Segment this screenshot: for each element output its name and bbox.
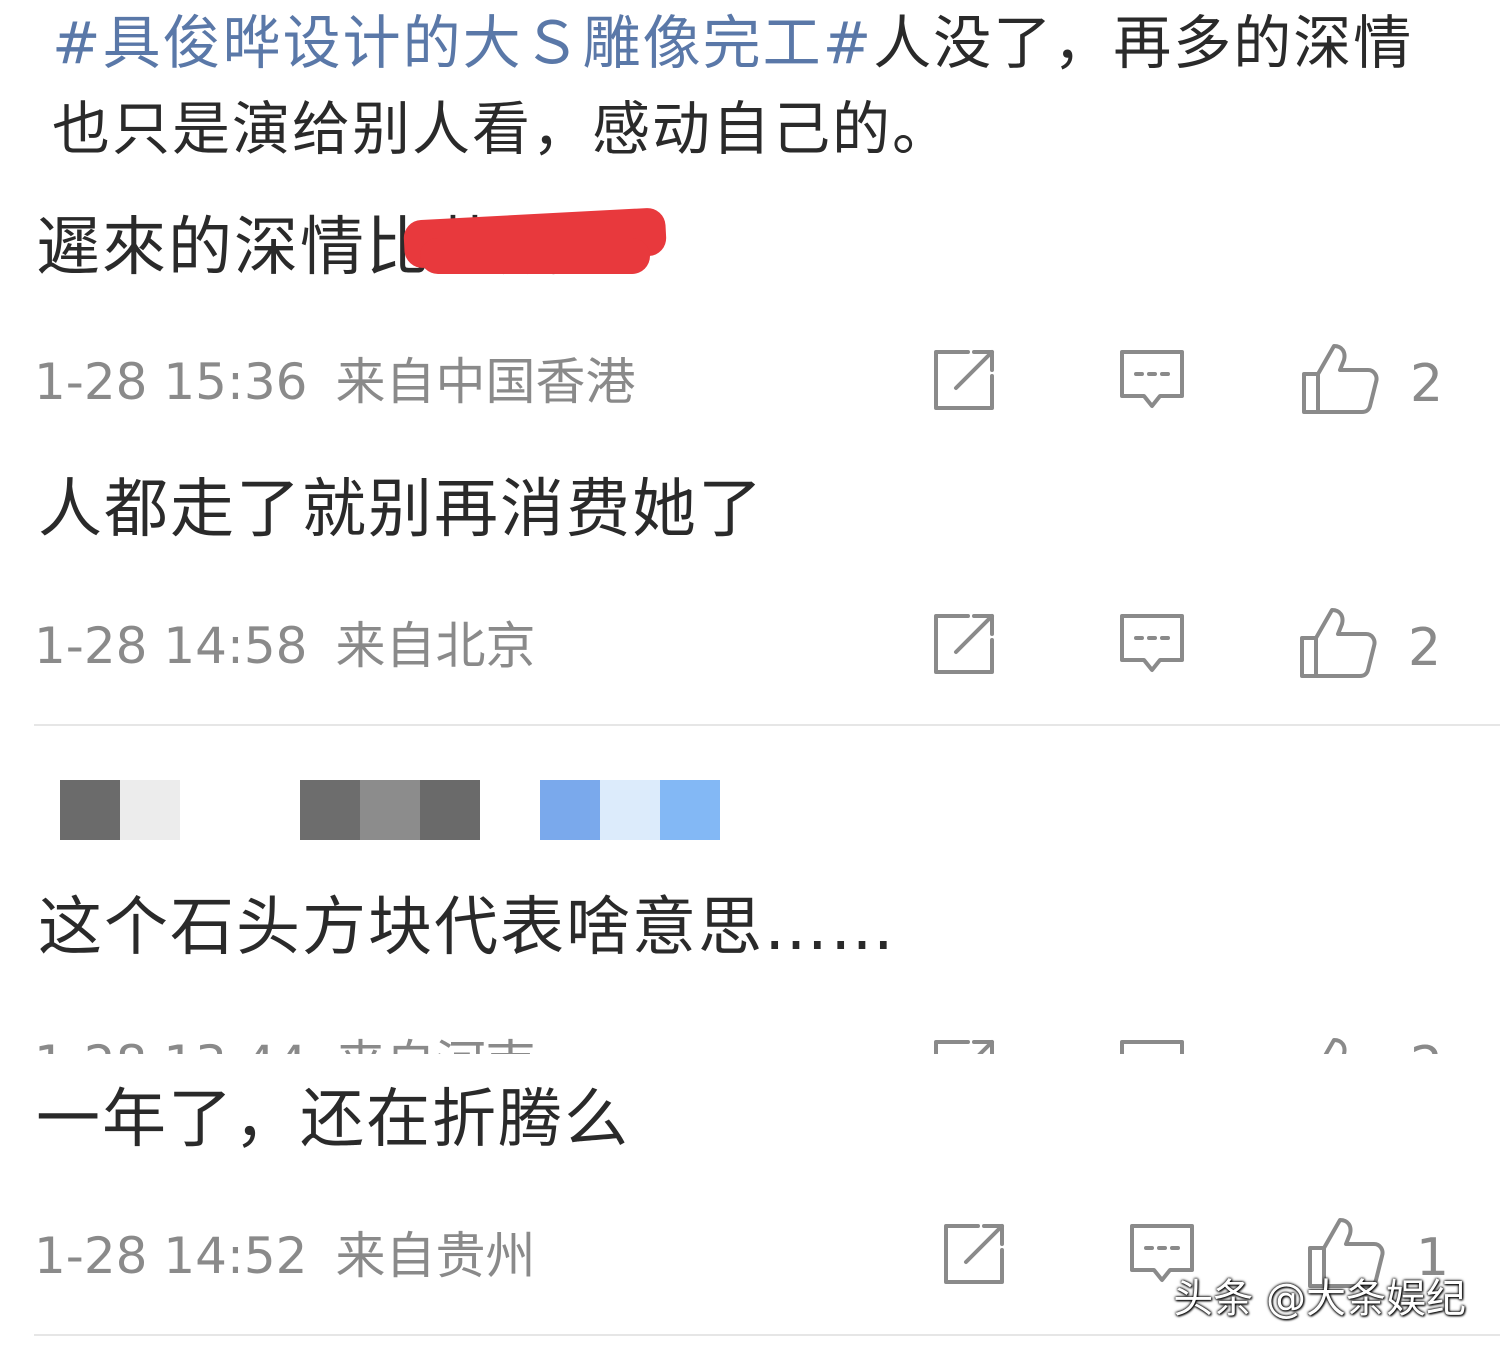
thumbs-up-icon[interactable] bbox=[1298, 604, 1378, 680]
mosaic-block bbox=[120, 780, 180, 840]
comment-time: 1-28 13:44 bbox=[34, 1035, 307, 1054]
share-icon[interactable] bbox=[928, 344, 1000, 416]
comment-text: 一年了，还在折腾么 bbox=[36, 1083, 630, 1157]
watermark: 头条 @大条娱纪 bbox=[1173, 1276, 1466, 1322]
comment-meta: 1-28 13:44 来自河南 bbox=[34, 1036, 535, 1054]
comment-icon[interactable] bbox=[1116, 1034, 1188, 1054]
share-icon[interactable] bbox=[938, 1218, 1010, 1290]
comment-icon[interactable] bbox=[1116, 608, 1188, 680]
comment-text-line2: 也只是演给别人看，感动自己的。 bbox=[52, 95, 953, 163]
comment-meta: 1-28 15:36 来自中国香港 bbox=[34, 354, 635, 410]
comment-meta-clipped: 1-28 13:44 来自河南 2 bbox=[0, 1030, 1500, 1054]
divider bbox=[34, 1334, 1500, 1336]
comment-text: #具俊晔设计的大Ｓ雕像完工#人没了，再多的深情 bbox=[52, 10, 1413, 76]
thumbs-up-icon[interactable] bbox=[1300, 340, 1380, 416]
comment-text: 这个石头方块代表啥意思…… bbox=[38, 891, 896, 965]
mosaic-block bbox=[60, 780, 120, 840]
divider bbox=[34, 724, 1500, 726]
comment-location: 来自中国香港 bbox=[335, 353, 636, 411]
comment-time: 1-28 14:58 bbox=[34, 617, 308, 675]
username-redacted bbox=[40, 780, 740, 840]
thumbs-up-icon[interactable] bbox=[1300, 1034, 1380, 1054]
comment-location: 来自河南 bbox=[335, 1035, 535, 1054]
mosaic-block bbox=[360, 780, 420, 840]
mosaic-block bbox=[540, 780, 600, 840]
comment-icon[interactable] bbox=[1116, 344, 1188, 416]
like-count: 2 bbox=[1410, 354, 1444, 414]
comment-time: 1-28 14:52 bbox=[34, 1227, 308, 1285]
comment-meta: 1-28 14:52 来自贵州 bbox=[34, 1228, 535, 1284]
like-count: 2 bbox=[1410, 1038, 1443, 1054]
redaction-mark bbox=[420, 238, 650, 274]
mosaic-block bbox=[660, 780, 720, 840]
mosaic-block bbox=[420, 780, 480, 840]
comment-location: 来自贵州 bbox=[335, 1227, 536, 1285]
comment-text: 人都走了就别再消费她了 bbox=[38, 473, 764, 547]
mosaic-block bbox=[600, 780, 660, 840]
hashtag-link[interactable]: #具俊晔设计的大Ｓ雕像完工# bbox=[52, 9, 873, 77]
comment-time: 1-28 15:36 bbox=[34, 353, 308, 411]
comment-location: 来自北京 bbox=[335, 617, 536, 675]
share-icon[interactable] bbox=[928, 1034, 1000, 1054]
comment-text-part: 人没了，再多的深情 bbox=[873, 9, 1414, 77]
comment-meta: 1-28 14:58 来自北京 bbox=[34, 618, 535, 674]
share-icon[interactable] bbox=[928, 608, 1000, 680]
mosaic-block bbox=[300, 780, 360, 840]
like-count: 2 bbox=[1408, 618, 1442, 678]
